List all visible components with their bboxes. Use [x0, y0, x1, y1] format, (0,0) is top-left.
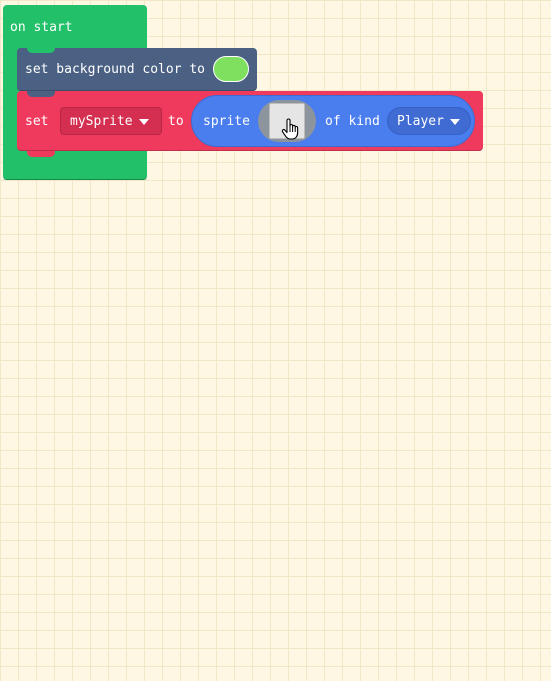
block-notch [27, 91, 55, 97]
color-picker-swatch[interactable] [213, 56, 249, 82]
set-label: set [25, 114, 49, 129]
variable-dropdown[interactable]: mySprite [60, 107, 162, 135]
kind-dropdown[interactable]: Player [387, 107, 471, 135]
variable-name: mySprite [70, 113, 133, 129]
chevron-down-icon [138, 118, 149, 125]
block-notch [27, 48, 55, 53]
set-sprite-variable-block[interactable]: set mySprite to sprite of kind Player [17, 91, 483, 157]
set-background-color-label: set background color to [25, 62, 206, 77]
kind-value: Player [397, 113, 444, 129]
block-notch [27, 151, 55, 157]
of-kind-label: of kind [325, 114, 380, 129]
on-start-label: on start [10, 20, 73, 35]
to-label: to [168, 114, 184, 129]
set-background-color-block[interactable]: set background color to [17, 48, 257, 97]
sprite-of-kind-reporter[interactable]: sprite of kind Player [191, 95, 475, 147]
block-edge [3, 179, 147, 180]
sprite-image-picker[interactable] [258, 100, 316, 142]
sprite-label: sprite [203, 114, 250, 129]
chevron-down-icon [449, 118, 460, 125]
hand-pointer-icon [281, 118, 299, 140]
